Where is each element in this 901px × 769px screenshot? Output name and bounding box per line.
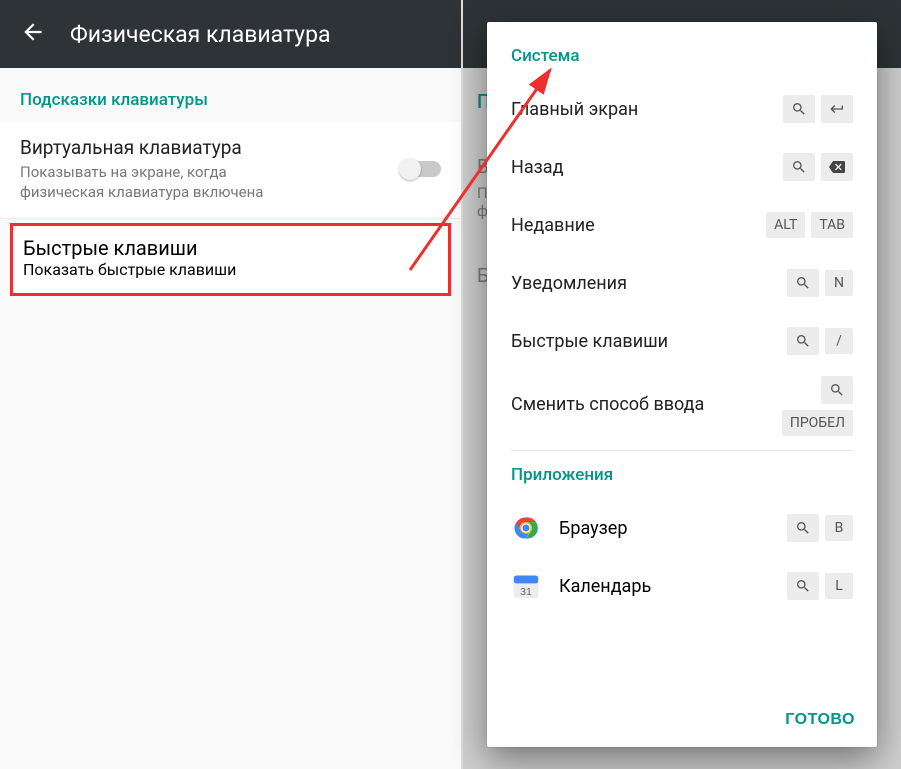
keyboard-shortcuts-sub: Показать быстрые клавиши (23, 260, 438, 279)
keyboard-shortcuts-item[interactable]: Быстрые клавиши Показать быстрые клавиши (10, 223, 451, 296)
search-key-icon (787, 269, 819, 297)
divider (511, 450, 853, 451)
search-key-icon (787, 572, 819, 600)
shortcut-row-back: Назад (511, 138, 853, 196)
shortcut-row-notifications: Уведомления N (511, 254, 853, 312)
dialog-footer: ГОТОВО (487, 695, 877, 747)
app-row-calendar: 31 Календарь L (511, 557, 853, 615)
virtual-keyboard-toggle[interactable] (401, 161, 441, 177)
done-button[interactable]: ГОТОВО (785, 711, 855, 729)
shortcuts-dialog: Система Главный экран Назад Недавние AL (487, 22, 877, 747)
shortcut-row-recents: Недавние ALT TAB (511, 196, 853, 254)
shortcut-row-switch-input: Сменить способ ввода ПРОБЕЛ (511, 370, 853, 436)
search-key-icon (821, 376, 853, 404)
svg-text:31: 31 (520, 586, 532, 598)
dialog-section-apps: Приложения (511, 465, 853, 485)
backspace-key-icon (821, 153, 853, 181)
enter-key-icon (821, 95, 853, 123)
dialog-section-system: Система (511, 46, 853, 66)
b-key: B (825, 515, 853, 541)
search-key-icon (787, 327, 819, 355)
keyboard-shortcuts-title: Быстрые клавиши (23, 236, 438, 260)
settings-screen-left: Физическая клавиатура Подсказки клавиату… (0, 0, 463, 769)
settings-screen-right: П В П ф Б Система Главный экран Назад (463, 0, 901, 769)
virtual-keyboard-title: Виртуальная клавиатура (20, 136, 401, 159)
search-key-icon (783, 153, 815, 181)
search-key-icon (783, 95, 815, 123)
appbar-title: Физическая клавиатура (70, 21, 331, 48)
calendar-icon: 31 (511, 571, 541, 601)
virtual-keyboard-sub: Показывать на экране, когда физическая к… (20, 163, 300, 202)
search-key-icon (787, 514, 819, 542)
slash-key: / (825, 328, 853, 354)
chrome-icon (511, 513, 541, 543)
n-key: N (825, 270, 853, 296)
appbar: Физическая клавиатура (0, 0, 461, 68)
space-key: ПРОБЕЛ (782, 410, 853, 436)
shortcut-row-home: Главный экран (511, 80, 853, 138)
section-hints-label: Подсказки клавиатуры (0, 68, 461, 122)
tab-key: TAB (811, 212, 853, 238)
alt-key: ALT (766, 212, 805, 238)
l-key: L (825, 573, 853, 599)
virtual-keyboard-item[interactable]: Виртуальная клавиатура Показывать на экр… (0, 122, 461, 219)
back-arrow-icon[interactable] (20, 19, 46, 49)
app-row-browser: Браузер B (511, 499, 853, 557)
shortcut-row-shortcuts: Быстрые клавиши / (511, 312, 853, 370)
